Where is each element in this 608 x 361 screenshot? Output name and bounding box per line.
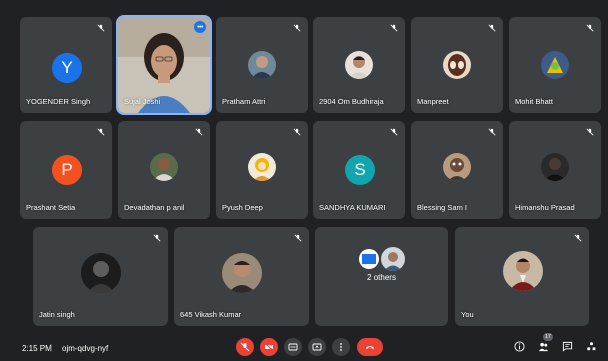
mic-off-icon [488,128,496,136]
participant-name: Himanshu Prasad [515,203,575,212]
participant-name: 645 Vikash Kumar [180,310,242,319]
avatar [359,249,379,269]
info-icon [513,340,525,352]
mic-off-icon [97,24,105,32]
avatar [248,153,276,181]
participant-tile[interactable]: P Prashant Setia [20,121,112,219]
avatar [222,253,262,293]
avatar [150,153,178,181]
participant-tile[interactable]: S SANDHYA KUMARI [313,121,405,219]
avatar [345,51,373,79]
leave-call-button[interactable] [357,338,383,356]
participant-tile[interactable]: Himanshu Prasad [509,121,601,219]
meeting-code: ojm-qdvg-nyf [62,344,109,353]
mic-off-icon [293,24,301,32]
avatar [81,253,121,293]
clock: 2:15 PM [22,344,52,353]
participant-tile[interactable]: 645 Vikash Kumar [174,227,309,326]
mic-toggle-button[interactable] [236,338,254,356]
camera-toggle-button[interactable] [260,338,278,356]
people-icon [538,342,548,351]
participant-tile[interactable]: 2904 Om Budhiraja [313,17,405,113]
participant-tile[interactable]: Pratham Attri [216,17,308,113]
participant-name: Pyush Deep [222,203,263,212]
participant-name: Mohit Bhatt [515,97,553,106]
meeting-controls-bar: 2:15 PM | ojm-qdvg-nyf 17 [0,333,608,361]
participant-tile[interactable]: Y YOGENDER Singh [20,17,112,113]
participant-name: Prashant Setia [26,203,76,212]
participant-name: Blessing Sam I [417,203,468,212]
camera-off-icon [264,342,274,352]
participant-tile[interactable]: Devadathan p anil [118,121,210,219]
avatar: S [345,155,375,185]
mic-off-icon [240,342,250,352]
avatar [443,51,471,79]
participant-name: Manpreet [417,97,449,106]
participant-name: Sujal Joshi [124,97,161,106]
more-vert-icon [340,343,342,351]
mic-off-icon [586,24,594,32]
meeting-details-button[interactable] [512,339,526,353]
activities-icon [586,341,595,350]
mic-off-icon [195,128,203,136]
captions-icon [288,343,298,351]
participant-tile-self[interactable]: You [455,227,589,326]
participant-tile-others[interactable]: 2 others [315,227,448,326]
participant-name: YOGENDER Singh [26,97,91,106]
mic-off-icon [153,234,161,242]
participant-tile[interactable]: Jatin singh [33,227,168,326]
mic-off-icon [488,24,496,32]
activities-button[interactable] [584,339,598,353]
avatar: Y [52,53,82,83]
captions-button[interactable] [284,338,302,356]
avatar [248,51,276,79]
present-screen-icon [312,343,322,351]
more-options-button[interactable] [332,338,350,356]
participant-tile[interactable]: Pyush Deep [216,121,308,219]
people-button[interactable]: 17 [536,333,553,353]
mic-off-icon [97,128,105,136]
participant-name: You [461,310,474,319]
mic-off-icon [293,128,301,136]
participant-name: SANDHYA KUMARI [319,203,386,212]
participant-tile-speaking[interactable]: ••• Sujal Joshi [116,15,212,115]
avatar [503,251,543,291]
others-count-label: 2 others [367,273,396,282]
participant-tile[interactable]: Manpreet [411,17,503,113]
avatar [541,153,569,181]
participant-name: 2904 Om Budhiraja [319,97,384,106]
participant-tile[interactable]: Mohit Bhatt [509,17,601,113]
participant-name: Jatin singh [39,310,75,319]
chat-button[interactable] [560,339,574,353]
avatar: P [52,155,82,185]
participant-name: Devadathan p anil [124,203,185,212]
separator: | [50,343,53,352]
present-button[interactable] [308,338,326,356]
hang-up-icon [365,346,375,350]
avatar [381,247,405,271]
participant-count-badge: 17 [542,333,553,341]
chat-icon [562,341,572,352]
mic-off-icon [390,128,398,136]
avatar [443,153,471,181]
mic-off-icon [574,234,582,242]
participant-name: Pratham Attri [222,97,266,106]
mic-off-icon [586,128,594,136]
more-options-icon[interactable]: ••• [194,21,206,33]
avatar [541,51,569,79]
mic-off-icon [294,234,302,242]
participant-tile[interactable]: Blessing Sam I [411,121,503,219]
mic-off-icon [390,24,398,32]
